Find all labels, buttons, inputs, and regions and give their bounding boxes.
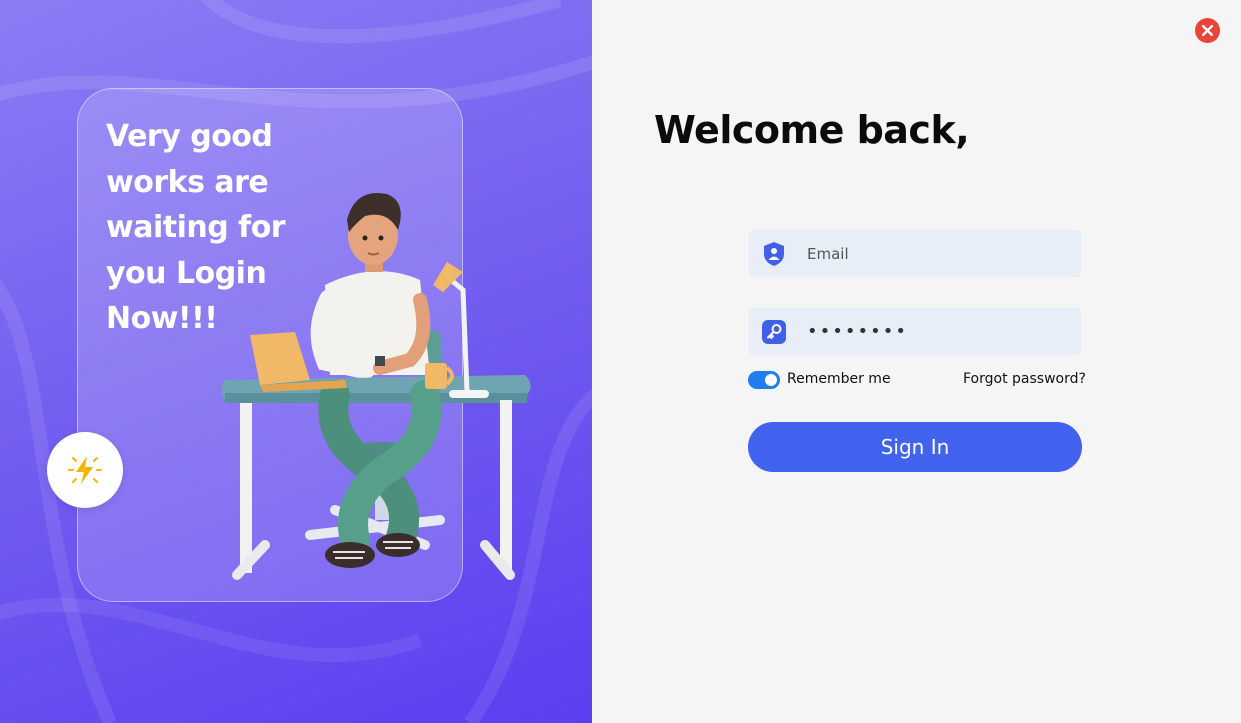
remember-me-label: Remember me — [787, 371, 891, 387]
remember-me-toggle[interactable] — [748, 371, 780, 389]
sign-in-button[interactable]: Sign In — [748, 422, 1082, 472]
lightning-badge — [47, 432, 123, 508]
email-field[interactable] — [749, 230, 1081, 277]
close-button[interactable] — [1195, 18, 1220, 43]
lightning-bolt-icon — [68, 456, 102, 484]
password-field[interactable] — [749, 308, 1081, 355]
login-window: Very good works are waiting for you Logi… — [0, 0, 1241, 723]
promo-panel: Very good works are waiting for you Logi… — [0, 0, 592, 723]
user-shield-icon — [764, 242, 784, 266]
page-title: Welcome back, — [654, 108, 970, 152]
password-input[interactable] — [807, 308, 1067, 355]
forgot-password-link[interactable]: Forgot password? — [963, 371, 1086, 387]
person-at-desk-illustration — [221, 193, 531, 580]
email-input[interactable] — [807, 230, 1067, 277]
close-icon — [1202, 25, 1213, 36]
toggle-knob — [765, 374, 777, 386]
key-icon — [762, 320, 786, 344]
